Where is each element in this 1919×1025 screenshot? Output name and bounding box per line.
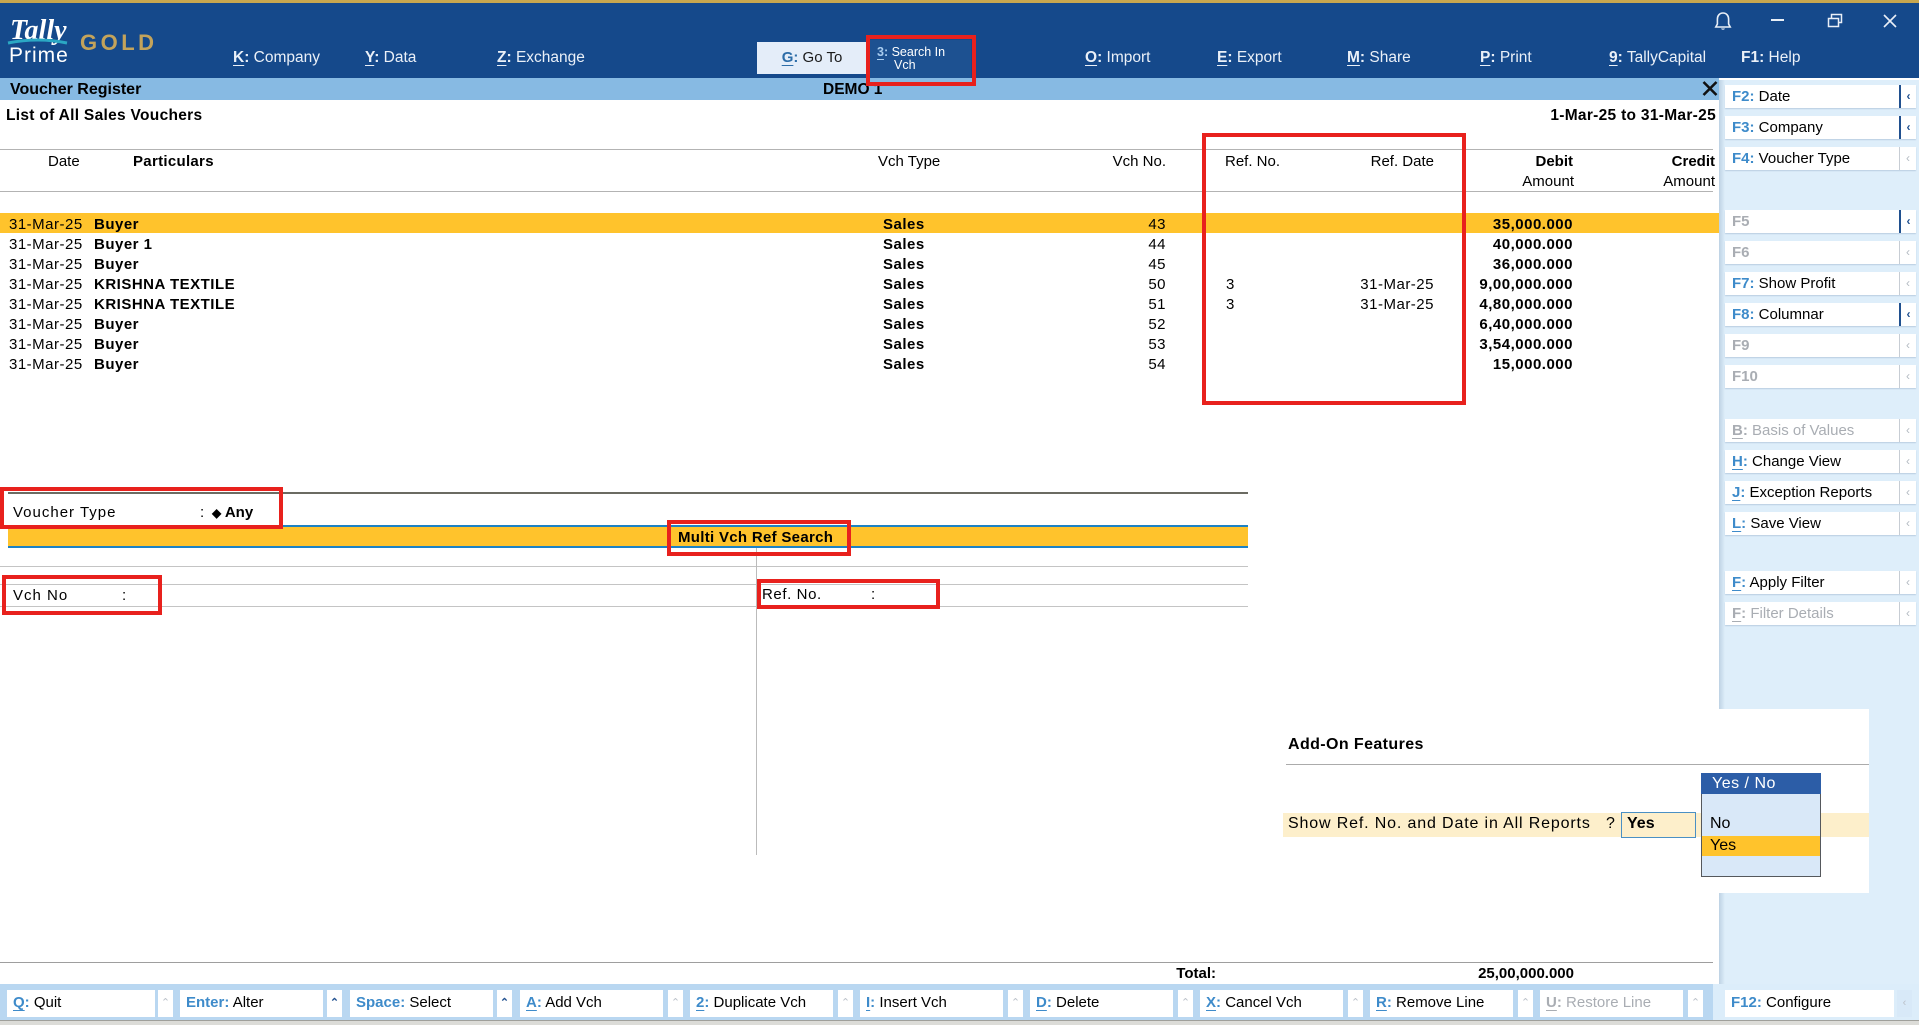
svg-text:Prime: Prime <box>9 44 69 67</box>
